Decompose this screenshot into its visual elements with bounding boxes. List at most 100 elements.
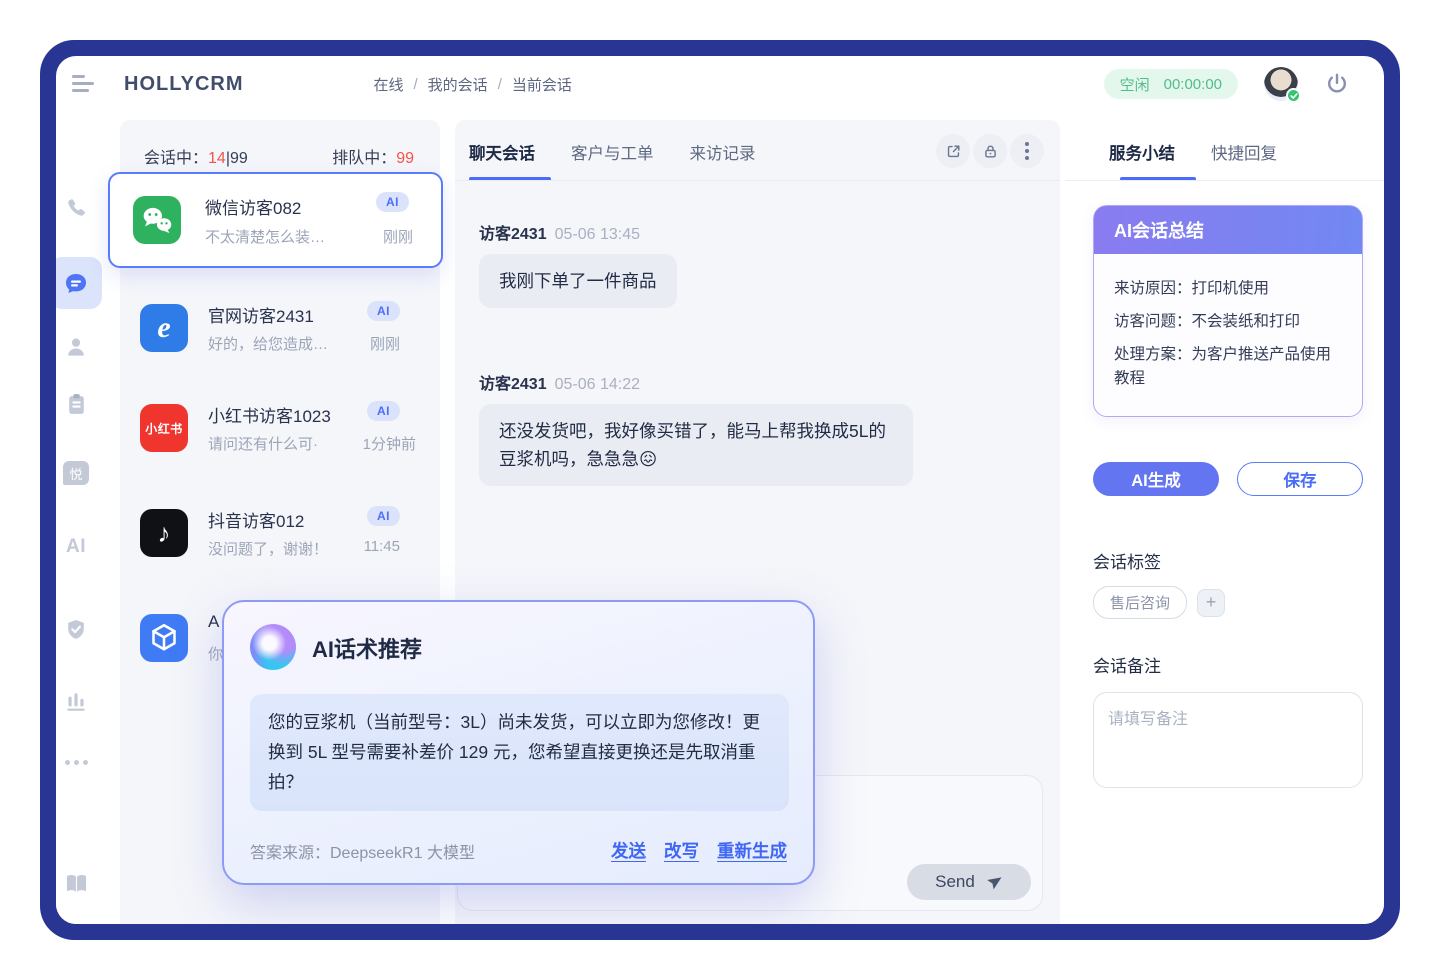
ai-badge: AI — [367, 401, 400, 421]
sidebar-item-tasks[interactable] — [56, 392, 96, 417]
send-button-label: Send — [935, 872, 975, 892]
conversation-preview: 请问还有什么可· — [208, 433, 318, 454]
phone-icon — [63, 196, 89, 222]
session-tags: 售后咨询 + — [1093, 586, 1225, 619]
book-icon — [63, 870, 90, 897]
rewrite-link[interactable]: 改写 — [664, 838, 699, 863]
breadcrumb-item-my-sessions[interactable]: 我的会话 — [428, 74, 488, 95]
conversation-time: 11:45 — [364, 538, 400, 555]
message-bubble: 我刚下单了一件商品 — [479, 254, 677, 308]
conversation-item-web[interactable]: e 官网访客2431 AI 好的，给您造成… 刚刚 — [120, 285, 440, 371]
more-icon — [65, 760, 88, 765]
ai-suggestion-popup: AI话术推荐 您的豆浆机（当前型号：3L）尚未发货，可以立即为您修改！更换到 5… — [222, 600, 815, 885]
add-tag-button[interactable]: + — [1197, 589, 1225, 617]
status-timer: 00:00:00 — [1164, 76, 1222, 93]
chat-bubble-icon — [62, 270, 90, 298]
send-suggestion-link[interactable]: 发送 — [611, 838, 646, 863]
sidebar-item-more[interactable] — [56, 760, 96, 765]
conversation-title: 抖音访客012 — [208, 507, 304, 532]
summary-visit-reason: 来访原因：打印机使用 — [1114, 277, 1342, 301]
message-sender: 访客2431 — [479, 376, 547, 393]
conversation-item-xiaohongshu[interactable]: 小红书 小红书访客1023 AI 请问还有什么可· 1分钟前 — [120, 385, 440, 471]
conversation-time: 1分钟前 — [363, 433, 416, 454]
summary-visitor-issue: 访客问题：不会装纸和打印 — [1114, 310, 1342, 334]
export-icon — [945, 143, 962, 160]
conversation-title: 官网访客2431 — [208, 302, 314, 327]
ai-answer-source: 答案来源：DeepseekR1 大模型 — [250, 839, 475, 863]
message-bubble: 还没发货吧，我好像买错了，能马上帮我换成5L的豆浆机吗，急急急😖 — [479, 404, 913, 486]
tab-chat-session[interactable]: 聊天会话 — [469, 140, 535, 178]
breadcrumb: 在线 / 我的会话 / 当前会话 — [373, 74, 571, 95]
ai-generate-button[interactable]: AI生成 — [1093, 462, 1219, 496]
agent-status-badge[interactable]: 空闲 00:00:00 — [1104, 69, 1238, 99]
breadcrumb-item-current-session[interactable]: 当前会话 — [512, 74, 572, 95]
export-button[interactable] — [936, 134, 970, 168]
avatar[interactable] — [1264, 67, 1298, 101]
service-panel: 服务小结 快捷回复 AI会话总结 来访原因：打印机使用 访客问题：不会装纸和打印… — [1065, 120, 1384, 924]
cube-icon — [140, 614, 188, 662]
douyin-icon: ♪ — [140, 509, 188, 557]
lock-icon — [982, 143, 999, 160]
window-frame: HOLLYCRM 在线 / 我的会话 / 当前会话 空闲 00:00:00 — [40, 40, 1400, 940]
ai-badge: AI — [367, 506, 400, 526]
clipboard-icon — [64, 392, 89, 417]
conversation-time: 刚刚 — [370, 333, 400, 354]
ai-summary-title: AI会话总结 — [1094, 206, 1362, 254]
sidebar-item-security[interactable] — [56, 617, 96, 643]
lock-button[interactable] — [973, 134, 1007, 168]
sidebar-item-knowledge[interactable] — [56, 870, 96, 897]
regenerate-link[interactable]: 重新生成 — [717, 838, 787, 863]
breadcrumb-separator: / — [414, 76, 418, 93]
ai-popup-footer: 答案来源：DeepseekR1 大模型 发送 改写 重新生成 — [250, 838, 787, 863]
message-time: 05-06 14:22 — [555, 376, 640, 393]
sidebar-item-contacts[interactable] — [56, 334, 96, 360]
sidebar-item-chats[interactable] — [56, 270, 96, 298]
sidebar-item-calls[interactable] — [56, 196, 96, 222]
vertical-dots-icon — [1025, 142, 1029, 160]
ai-summary-body: 来访原因：打印机使用 访客问题：不会装纸和打印 处理方案：为客户推送产品使用教程 — [1094, 254, 1362, 416]
message-meta: 访客2431 05-06 14:22 — [479, 370, 640, 394]
tab-service-summary[interactable]: 服务小结 — [1109, 140, 1175, 178]
ai-badge: AI — [367, 301, 400, 321]
session-notes-input[interactable] — [1093, 692, 1363, 788]
more-options-button[interactable] — [1010, 134, 1044, 168]
chat-toolbar — [936, 134, 1044, 168]
session-notes-heading: 会话备注 — [1093, 652, 1161, 677]
send-button[interactable]: Send — [907, 864, 1031, 900]
power-icon[interactable] — [1324, 71, 1350, 97]
ai-summary-card: AI会话总结 来访原因：打印机使用 访客问题：不会装纸和打印 处理方案：为客户推… — [1093, 205, 1363, 417]
divider — [1065, 180, 1384, 181]
bar-chart-icon — [63, 688, 89, 714]
topbar: HOLLYCRM 在线 / 我的会话 / 当前会话 空闲 00:00:00 — [56, 56, 1384, 112]
save-button[interactable]: 保存 — [1237, 462, 1363, 496]
ai-badge: AI — [376, 192, 409, 212]
app-logo: HOLLYCRM — [124, 73, 243, 96]
online-check-icon — [1286, 88, 1301, 103]
summary-solution: 处理方案：为客户推送产品使用教程 — [1114, 343, 1342, 391]
tab-customer-tickets[interactable]: 客户与工单 — [571, 140, 654, 178]
conversation-title: A — [208, 612, 219, 632]
topbar-right: 空闲 00:00:00 — [1104, 67, 1350, 101]
person-icon — [63, 334, 89, 360]
queue-count: 排队中：99 — [332, 144, 414, 168]
queue-count-number: 99 — [396, 150, 414, 167]
conversation-item-wechat[interactable]: 微信访客082 AI 不太清楚怎么装… 刚刚 — [108, 172, 443, 268]
conversation-time: 刚刚 — [383, 226, 413, 247]
menu-icon[interactable] — [72, 75, 96, 93]
tag-after-sales[interactable]: 售后咨询 — [1093, 586, 1187, 619]
ai-popup-actions: 发送 改写 重新生成 — [611, 838, 787, 863]
sidebar-item-yue[interactable]: 悦 — [56, 461, 96, 485]
send-icon — [982, 871, 1005, 894]
tab-visit-history[interactable]: 来访记录 — [690, 140, 756, 178]
tab-quick-replies[interactable]: 快捷回复 — [1211, 140, 1277, 178]
conversation-preview: 没问题了，谢谢！ — [208, 538, 328, 559]
xiaohongshu-icon: 小红书 — [140, 404, 188, 452]
conversation-preview: 你 — [208, 643, 223, 664]
web-browser-icon: e — [140, 304, 188, 352]
ai-suggested-reply: 您的豆浆机（当前型号：3L）尚未发货，可以立即为您修改！更换到 5L 型号需要补… — [250, 694, 789, 811]
breadcrumb-item-online[interactable]: 在线 — [373, 74, 403, 95]
conversation-item-douyin[interactable]: ♪ 抖音访客012 AI 没问题了，谢谢！ 11:45 — [120, 490, 440, 576]
app-window: HOLLYCRM 在线 / 我的会话 / 当前会话 空闲 00:00:00 — [56, 56, 1384, 924]
sidebar-item-analytics[interactable] — [56, 688, 96, 714]
sidebar-item-ai[interactable]: AI — [56, 536, 96, 558]
